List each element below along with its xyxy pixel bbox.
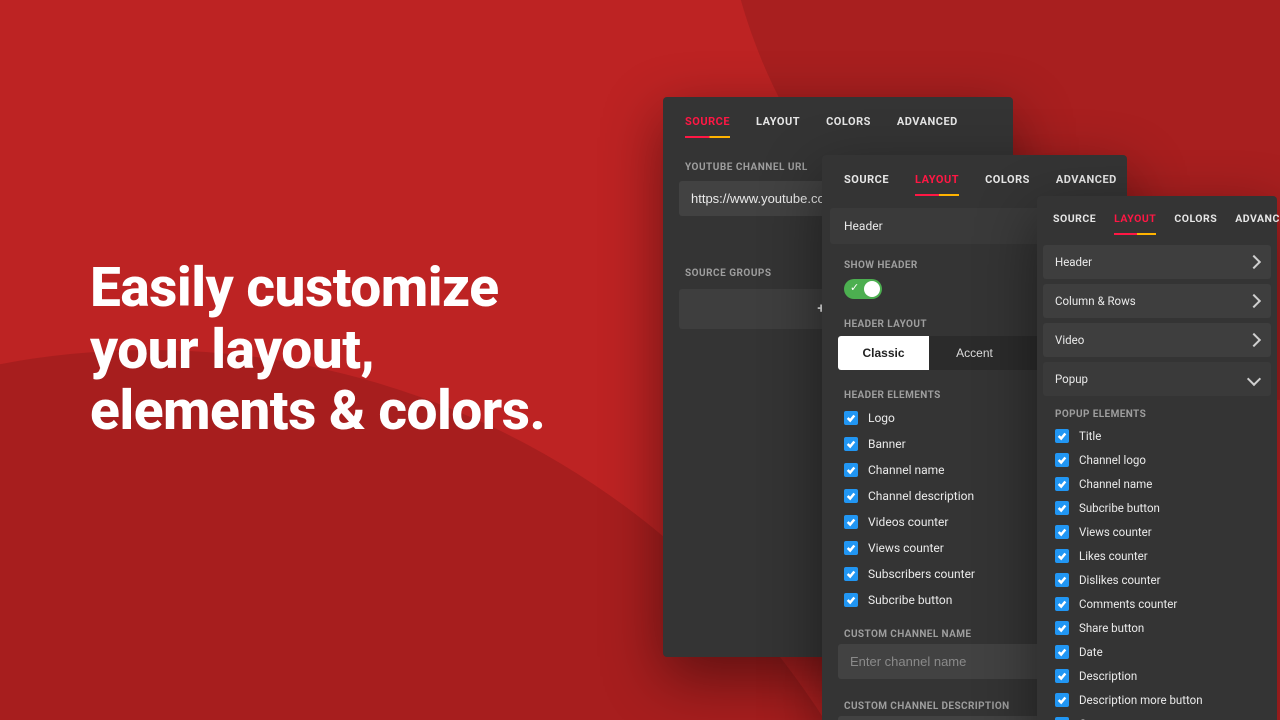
checkbox-option[interactable]: Share button <box>1055 616 1259 640</box>
checkbox-icon <box>1055 549 1069 563</box>
checkbox-icon <box>844 411 858 425</box>
checkbox-label: Channel logo <box>1079 453 1146 467</box>
checkbox-option[interactable]: Dislikes counter <box>1055 568 1259 592</box>
settings-panel-layout-popup: SOURCE LAYOUT COLORS ADVANCED Header Col… <box>1037 196 1277 720</box>
tab-layout[interactable]: LAYOUT <box>915 173 959 196</box>
checkbox-icon <box>1055 573 1069 587</box>
group-label: Popup <box>1055 372 1088 386</box>
checkbox-option[interactable]: Title <box>1055 424 1259 448</box>
checkbox-icon <box>1055 597 1069 611</box>
group-header[interactable]: Header <box>1043 245 1271 279</box>
checkbox-icon <box>1055 693 1069 707</box>
label-popup-elements: POPUP ELEMENTS <box>1037 401 1277 424</box>
group-label: Header <box>844 219 883 233</box>
tab-colors[interactable]: COLORS <box>1174 212 1217 235</box>
checkbox-icon <box>844 463 858 477</box>
tab-advanced[interactable]: ADVANCED <box>1056 173 1117 196</box>
checkbox-icon <box>1055 669 1069 683</box>
group-label: Video <box>1055 333 1084 347</box>
chevron-right-icon <box>1247 255 1261 269</box>
checkbox-label: Channel description <box>868 489 974 503</box>
group-label: Column & Rows <box>1055 294 1136 308</box>
checkbox-icon <box>1055 453 1069 467</box>
chevron-right-icon <box>1247 333 1261 347</box>
checkbox-label: Share button <box>1079 621 1144 635</box>
checkbox-icon <box>1055 477 1069 491</box>
checkbox-icon <box>1055 525 1069 539</box>
tab-colors[interactable]: COLORS <box>985 173 1030 196</box>
checkbox-option[interactable]: Description <box>1055 664 1259 688</box>
group-video[interactable]: Video <box>1043 323 1271 357</box>
seg-accent[interactable]: Accent <box>929 336 1020 370</box>
tab-source[interactable]: SOURCE <box>844 173 889 196</box>
checkbox-label: Comments counter <box>1079 597 1177 611</box>
checkbox-option[interactable]: Likes counter <box>1055 544 1259 568</box>
checkbox-icon <box>1055 621 1069 635</box>
checkbox-icon <box>1055 645 1069 659</box>
tab-layout[interactable]: LAYOUT <box>756 115 800 138</box>
checkbox-option[interactable]: Description more button <box>1055 688 1259 712</box>
group-popup[interactable]: Popup <box>1043 362 1271 396</box>
checkbox-label: Title <box>1079 429 1101 443</box>
checkbox-icon <box>844 567 858 581</box>
tabs: SOURCE LAYOUT COLORS ADVANCED <box>663 97 1013 150</box>
checkbox-label: Subscribers counter <box>868 567 975 581</box>
checkbox-option[interactable]: Views counter <box>1055 520 1259 544</box>
checkbox-option[interactable]: Comments counter <box>1055 592 1259 616</box>
seg-classic[interactable]: Classic <box>838 336 929 370</box>
tab-advanced[interactable]: ADVANCED <box>1235 212 1280 235</box>
checkbox-label: Description <box>1079 669 1137 683</box>
checkbox-icon <box>1055 501 1069 515</box>
tab-advanced[interactable]: ADVANCED <box>897 115 958 138</box>
tab-colors[interactable]: COLORS <box>826 115 871 138</box>
tabs: SOURCE LAYOUT COLORS ADVANCED <box>1037 196 1277 245</box>
checkbox-label: Date <box>1079 645 1103 659</box>
checkbox-icon <box>844 593 858 607</box>
checkbox-label: Subcribe button <box>1079 501 1160 515</box>
checkbox-label: Subcribe button <box>868 593 952 607</box>
chevron-down-icon <box>1247 372 1261 386</box>
group-columns-rows[interactable]: Column & Rows <box>1043 284 1271 318</box>
checkbox-label: Views counter <box>868 541 944 555</box>
checkbox-icon <box>844 515 858 529</box>
checkbox-label: Dislikes counter <box>1079 573 1161 587</box>
checkbox-icon <box>844 437 858 451</box>
checkbox-label: Logo <box>868 411 895 425</box>
checkbox-option[interactable]: Channel logo <box>1055 448 1259 472</box>
popup-elements-list: Title Channel logo Channel name Subcribe bu… <box>1037 424 1277 720</box>
checkbox-icon <box>844 541 858 555</box>
checkbox-label: Views counter <box>1079 525 1152 539</box>
checkbox-option[interactable]: Date <box>1055 640 1259 664</box>
checkbox-option[interactable]: Subcribe button <box>1055 496 1259 520</box>
checkbox-label: Channel name <box>868 463 945 477</box>
checkbox-icon <box>844 489 858 503</box>
toggle-show-header[interactable] <box>844 279 882 299</box>
tab-source[interactable]: SOURCE <box>685 115 730 138</box>
checkbox-label: Banner <box>868 437 906 451</box>
checkbox-label: Videos counter <box>868 515 948 529</box>
group-label: Header <box>1055 255 1092 269</box>
checkbox-icon <box>1055 429 1069 443</box>
checkbox-label: Description more button <box>1079 693 1203 707</box>
checkbox-label: Likes counter <box>1079 549 1148 563</box>
tab-layout[interactable]: LAYOUT <box>1114 212 1156 235</box>
chevron-right-icon <box>1247 294 1261 308</box>
checkbox-label: Channel name <box>1079 477 1152 491</box>
checkbox-option[interactable]: Comments <box>1055 712 1259 720</box>
marketing-headline: Easily customize your layout, elements &… <box>90 258 610 443</box>
tab-source[interactable]: SOURCE <box>1053 212 1096 235</box>
checkbox-option[interactable]: Channel name <box>1055 472 1259 496</box>
